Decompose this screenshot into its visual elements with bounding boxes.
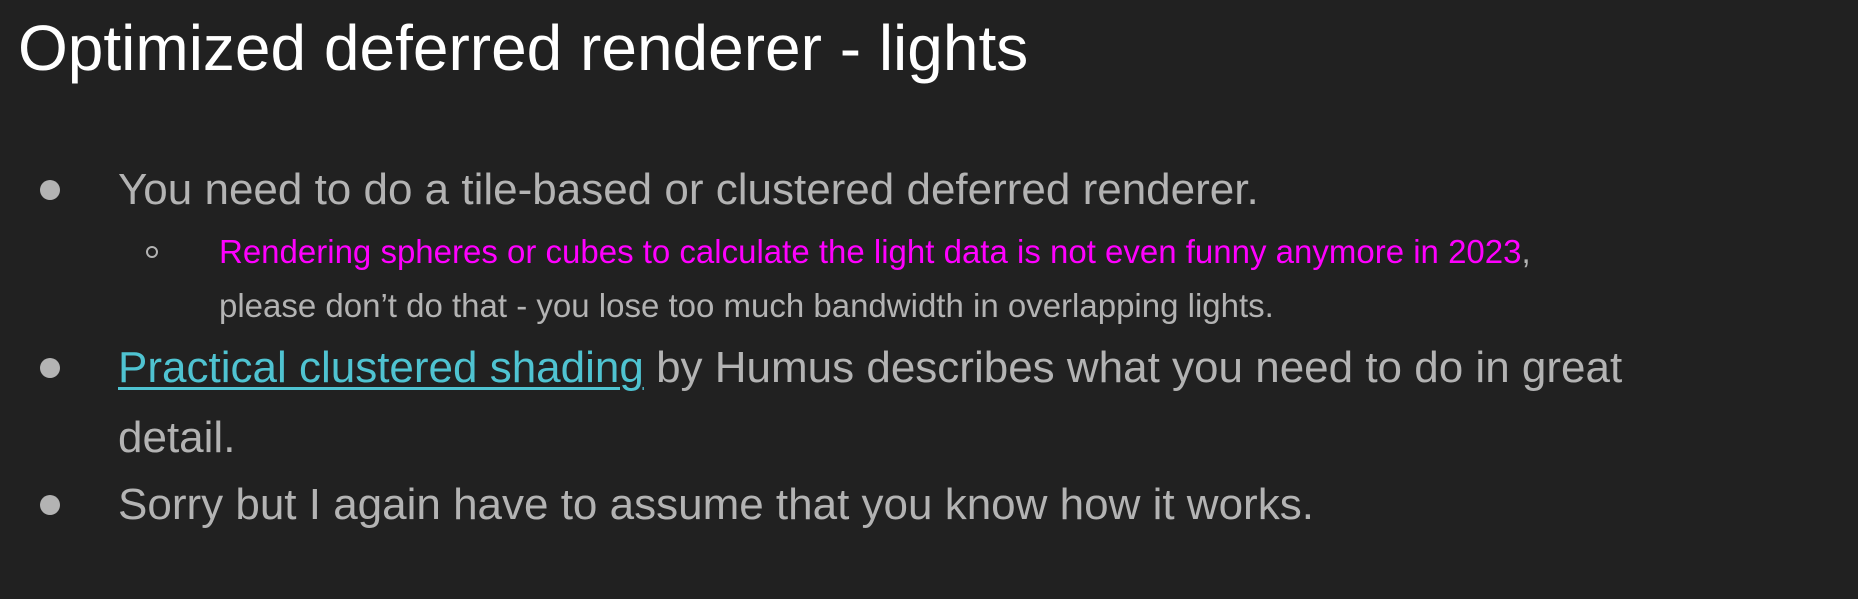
bullet-1-text: You need to do a tile-based or clustered… <box>118 165 1259 214</box>
slide: Optimized deferred renderer - lights You… <box>0 0 1858 599</box>
bullet-2-line-2: detail. <box>118 413 236 462</box>
comma-text: , <box>1521 233 1531 270</box>
bullet-2-line-1: Practical clustered shading by Humus des… <box>118 333 1622 403</box>
sub-bullet-icon <box>146 246 158 258</box>
bullet-3-text: Sorry but I again have to assume that yo… <box>118 480 1314 529</box>
highlight-text: Rendering spheres or cubes to calculate … <box>219 233 1522 270</box>
bullet-icon <box>40 180 60 200</box>
sub-bullet-line-1: Rendering spheres or cubes to calculate … <box>219 226 1531 278</box>
bullet-icon <box>40 495 60 515</box>
bullet-icon <box>40 358 60 378</box>
sub-bullet-line-2: please don’t do that - you lose too much… <box>219 287 1274 324</box>
bullet-2-rest: by Humus describes what you need to do i… <box>643 343 1623 392</box>
slide-title: Optimized deferred renderer - lights <box>18 12 1029 84</box>
practical-clustered-shading-link[interactable]: Practical clustered shading <box>118 343 644 392</box>
